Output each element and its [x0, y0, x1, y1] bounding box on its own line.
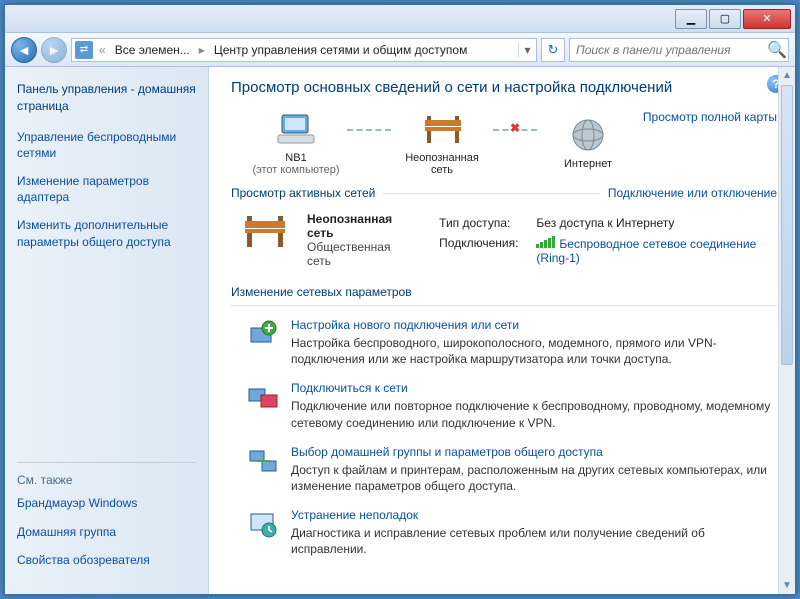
seealso-link[interactable]: Свойства обозревателя	[17, 552, 196, 568]
address-bar[interactable]: ⇄ « Все элемен... ▸ Центр управления сет…	[71, 38, 537, 62]
main-content: ? Просмотр основных сведений о сети и на…	[209, 67, 795, 594]
control-panel-window: ▁ ▢ ✕ ◄ ► ⇄ « Все элемен... ▸ Центр упра…	[4, 4, 796, 595]
control-panel-home-link[interactable]: Панель управления - домашняя страница	[17, 81, 196, 115]
option-connect-network[interactable]: Подключиться к сети Подключение или повт…	[247, 381, 777, 430]
access-type-label: Тип доступа:	[431, 214, 526, 232]
option-title: Подключиться к сети	[291, 381, 777, 395]
option-desc: Диагностика и исправление сетевых пробле…	[291, 525, 777, 557]
view-full-map-link[interactable]: Просмотр полной карты	[643, 110, 777, 124]
node-label: NB1	[251, 152, 341, 164]
connection-broken	[493, 129, 537, 131]
active-network-box: Неопознанная сеть Общественная сеть Тип …	[241, 212, 777, 269]
bench-icon	[241, 212, 289, 252]
access-type-value: Без доступа к Интернету	[528, 214, 775, 232]
bench-icon	[421, 110, 463, 148]
node-label: Неопознанная сеть	[397, 152, 487, 176]
connection-line	[347, 129, 391, 131]
search-input[interactable]	[570, 43, 766, 57]
titlebar: ▁ ▢ ✕	[5, 5, 795, 33]
connect-icon	[247, 381, 279, 413]
node-label: Интернет	[543, 158, 633, 170]
node-internet[interactable]: Интернет	[543, 116, 633, 170]
connection-link[interactable]: Беспроводное сетевое соединение (Ring-1)	[536, 237, 756, 265]
breadcrumb-sep: «	[96, 43, 109, 57]
connect-disconnect-link[interactable]: Подключение или отключение	[608, 186, 777, 200]
page-title: Просмотр основных сведений о сети и наст…	[231, 79, 777, 96]
network-details: Тип доступа: Без доступа к Интернету Под…	[429, 212, 777, 269]
maximize-button[interactable]: ▢	[709, 9, 741, 29]
chevron-right-icon: ▸	[196, 43, 208, 57]
active-networks-label: Просмотр активных сетей	[231, 186, 375, 200]
seealso-link[interactable]: Брандмауэр Windows	[17, 495, 196, 511]
sidebar: Панель управления - домашняя страница Уп…	[5, 67, 209, 594]
close-button[interactable]: ✕	[743, 9, 791, 29]
option-desc: Подключение или повторное подключение к …	[291, 398, 777, 430]
option-troubleshoot[interactable]: Устранение неполадок Диагностика и испра…	[247, 508, 777, 557]
new-connection-icon	[247, 318, 279, 350]
node-sublabel: (этот компьютер)	[251, 164, 341, 176]
option-homegroup[interactable]: Выбор домашней группы и параметров общег…	[247, 445, 777, 494]
computer-icon	[275, 110, 317, 148]
option-title: Настройка нового подключения или сети	[291, 318, 777, 332]
scroll-thumb[interactable]	[781, 85, 793, 365]
sidebar-link[interactable]: Управление беспроводными сетями	[17, 129, 196, 161]
see-also-label: См. также	[17, 462, 196, 487]
sidebar-link[interactable]: Изменение параметров адаптера	[17, 173, 196, 205]
node-computer[interactable]: NB1 (этот компьютер)	[251, 110, 341, 176]
option-desc: Настройка беспроводного, широкополосного…	[291, 335, 777, 367]
seealso-link[interactable]: Домашняя группа	[17, 524, 196, 540]
breadcrumb-seg[interactable]: Центр управления сетями и общим доступом	[208, 39, 474, 61]
homegroup-icon	[247, 445, 279, 477]
network-icon: ⇄	[75, 41, 93, 59]
option-desc: Доступ к файлам и принтерам, расположенн…	[291, 462, 777, 494]
network-name: Неопознанная сеть	[307, 212, 411, 240]
network-type-link[interactable]: Общественная сеть	[307, 240, 411, 268]
change-settings-label: Изменение сетевых параметров	[231, 285, 777, 299]
globe-icon	[567, 116, 609, 154]
scrollbar[interactable]: ▲ ▼	[778, 67, 795, 594]
search-box[interactable]: 🔍	[569, 38, 789, 62]
forward-button[interactable]: ►	[41, 37, 67, 63]
troubleshoot-icon	[247, 508, 279, 540]
scroll-down-arrow[interactable]: ▼	[779, 577, 795, 594]
address-dropdown[interactable]: ▾	[518, 43, 536, 57]
refresh-button[interactable]: ↻	[541, 38, 565, 62]
connections-label: Подключения:	[431, 234, 526, 267]
navbar: ◄ ► ⇄ « Все элемен... ▸ Центр управления…	[5, 33, 795, 67]
breadcrumb-seg[interactable]: Все элемен...	[109, 39, 196, 61]
node-unknown-network[interactable]: Неопознанная сеть	[397, 110, 487, 176]
search-icon[interactable]: 🔍	[766, 40, 788, 60]
option-new-connection[interactable]: Настройка нового подключения или сети На…	[247, 318, 777, 367]
network-map: NB1 (этот компьютер) Неопознанная сеть И…	[251, 110, 643, 176]
scroll-up-arrow[interactable]: ▲	[779, 67, 795, 84]
option-title: Выбор домашней группы и параметров общег…	[291, 445, 777, 459]
option-title: Устранение неполадок	[291, 508, 777, 522]
back-button[interactable]: ◄	[11, 37, 37, 63]
signal-bars-icon	[536, 236, 555, 248]
sidebar-link[interactable]: Изменить дополнительные параметры общего…	[17, 217, 196, 249]
minimize-button[interactable]: ▁	[675, 9, 707, 29]
